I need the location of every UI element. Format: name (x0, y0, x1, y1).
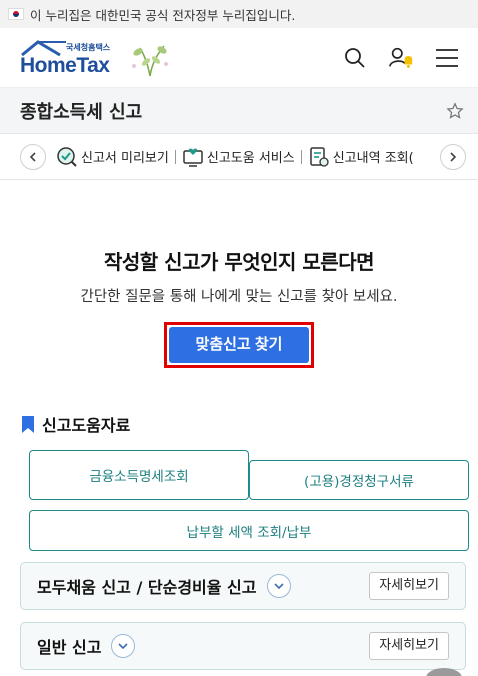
site-header: 국세청홈택스 HomeTax (0, 28, 478, 88)
logo-mark: 국세청홈택스 HomeTax (20, 38, 120, 78)
help-materials-heading: 신고도움자료 (22, 412, 468, 436)
gov-banner: 이 누리집은 대한민국 공식 전자정부 누리집입니다. (0, 0, 478, 28)
help-heading-text: 신고도움자료 (42, 416, 131, 435)
plant-decoration-icon (132, 45, 168, 76)
page-title-bar: 종합소득세 신고 (0, 88, 478, 134)
quick-item-label: 신고서 미리보기 (81, 151, 169, 166)
user-alert-icon[interactable] (388, 45, 414, 71)
preview-check-icon (57, 146, 77, 167)
quick-item-history[interactable]: 신고내역 조회( (302, 146, 420, 168)
financial-income-lookup-button[interactable]: 금융소득명세조회 (29, 450, 249, 500)
hometax-logo[interactable]: 국세청홈택스 HomeTax (20, 38, 174, 78)
quick-item-preview[interactable]: 신고서 미리보기 (50, 146, 175, 168)
chevron-down-icon[interactable] (266, 574, 291, 598)
logo-sub-text: 국세청홈택스 (66, 42, 111, 52)
details-button[interactable]: 자세히보기 (369, 572, 449, 600)
chevron-right-icon (450, 151, 457, 162)
accordion-simple-filing[interactable]: 모두채움 신고 / 단순경비율 신고 자세히보기 (20, 562, 466, 610)
favorite-star-icon[interactable] (446, 101, 464, 120)
history-doc-icon (309, 146, 329, 167)
quick-item-label: 신고내역 조회( (332, 151, 414, 166)
accordion-general-filing[interactable]: 일반 신고 자세히보기 (20, 622, 466, 670)
accordion-title: 모두채움 신고 / 단순경비율 신고 (37, 578, 257, 597)
quick-nav-prev-button[interactable] (20, 143, 46, 170)
korea-flag-icon (8, 8, 24, 20)
gov-banner-text: 이 누리집은 대한민국 공식 전자정부 누리집입니다. (30, 7, 296, 23)
correction-claim-docs-button[interactable]: (고용)경정청구서류 (249, 460, 469, 500)
tax-payment-lookup-button[interactable]: 납부할 세액 조회/납부 (29, 510, 469, 551)
quick-nav: 신고서 미리보기 신고도움 서비스 신고내역 조회( (0, 134, 478, 180)
quick-item-help-service[interactable]: 신고도움 서비스 (176, 146, 301, 168)
finder-description: 간단한 질문을 통해 나에게 맞는 신고를 찾아 보세요. (80, 289, 398, 305)
finder-title: 작성할 신고가 무엇인지 모른다면 (104, 250, 375, 274)
details-button[interactable]: 자세히보기 (369, 632, 449, 660)
header-actions (342, 45, 460, 71)
logo-text: HomeTax (20, 53, 110, 77)
bookmark-icon (22, 415, 34, 433)
chevron-down-icon[interactable] (111, 634, 136, 658)
search-icon[interactable] (342, 45, 368, 71)
quick-item-label: 신고도움 서비스 (206, 151, 295, 166)
help-monitor-icon (183, 148, 203, 167)
find-custom-filing-button[interactable]: 맞춤신고 찾기 (169, 327, 309, 363)
quick-nav-next-button[interactable] (440, 143, 466, 170)
page-title: 종합소득세 신고 (20, 101, 143, 123)
quick-nav-items: 신고서 미리보기 신고도움 서비스 신고내역 조회( (50, 146, 436, 168)
menu-icon[interactable] (434, 45, 460, 71)
custom-filing-finder: 작성할 신고가 무엇인지 모른다면 간단한 질문을 통해 나에게 맞는 신고를 … (0, 180, 478, 368)
accordion-title: 일반 신고 (37, 638, 102, 657)
finder-button-highlight: 맞춤신고 찾기 (164, 322, 314, 368)
chevron-left-icon (29, 151, 36, 162)
